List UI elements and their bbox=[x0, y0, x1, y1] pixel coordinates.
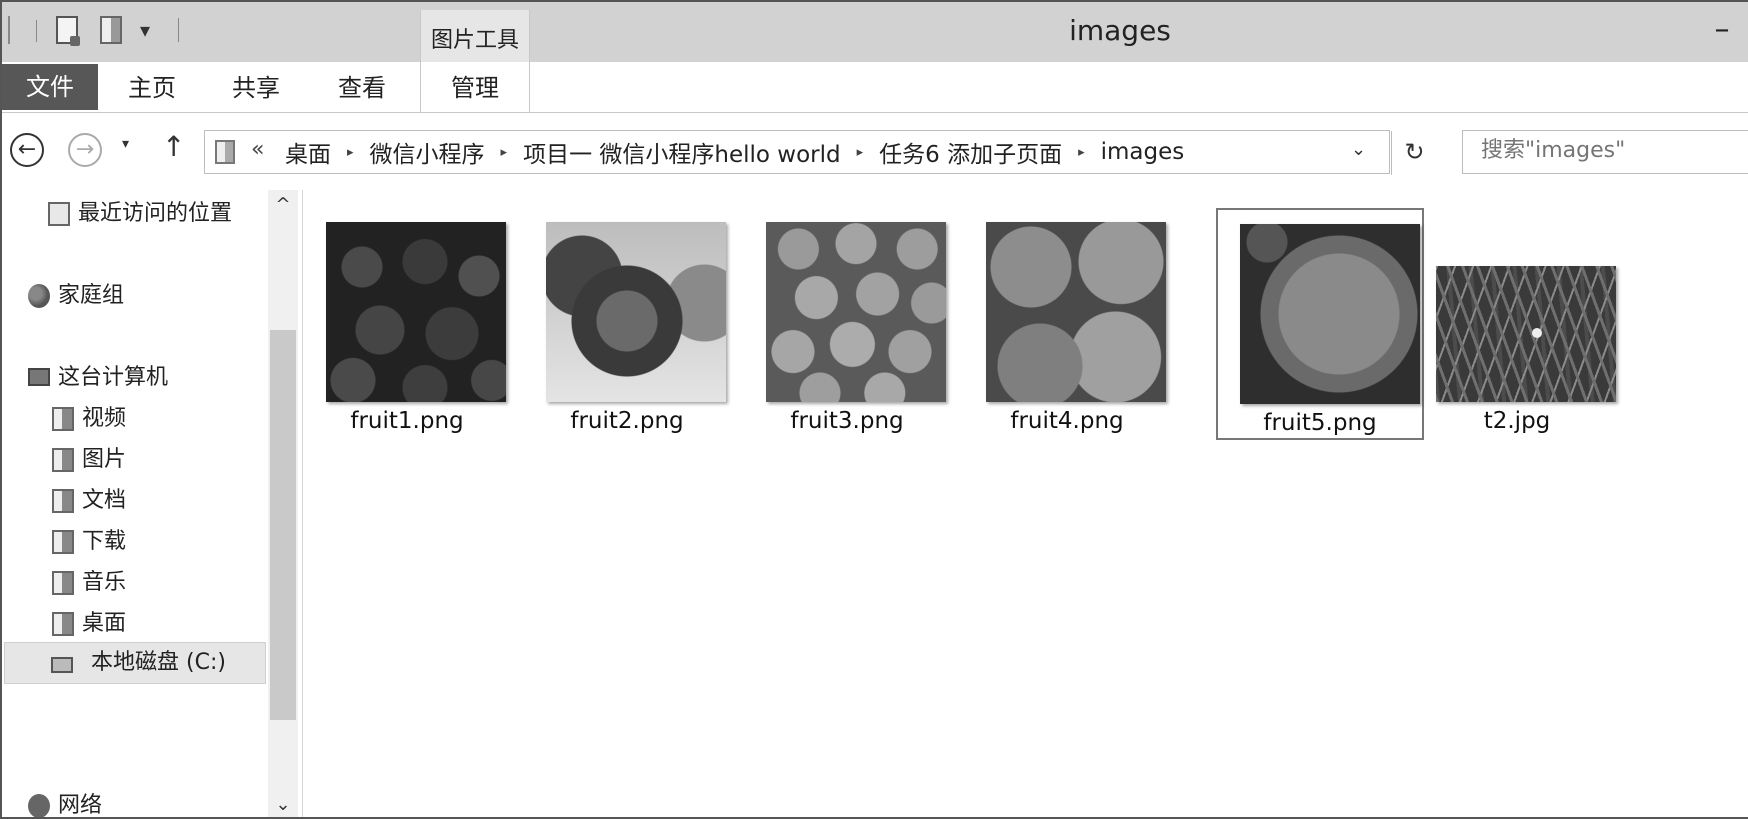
sidebar-item-label: 文档 bbox=[82, 488, 127, 513]
tab-view[interactable]: 查看 bbox=[322, 62, 402, 110]
folder-icon bbox=[215, 140, 235, 164]
properties-icon[interactable] bbox=[56, 16, 80, 46]
scroll-down-button[interactable]: ⌄ bbox=[268, 794, 298, 815]
sidebar-item-label: 这台计算机 bbox=[58, 365, 169, 390]
breadcrumb-separator-icon[interactable]: ▸ bbox=[501, 145, 508, 160]
image-thumbnail bbox=[326, 222, 506, 402]
file-name: fruit3.png bbox=[790, 408, 904, 434]
computer-icon bbox=[28, 368, 50, 386]
recent-locations-dropdown[interactable]: ▾ bbox=[122, 136, 129, 152]
documents-folder-icon bbox=[52, 489, 74, 513]
image-thumbnail bbox=[986, 222, 1166, 402]
quick-access-divider bbox=[8, 16, 10, 44]
file-name: fruit4.png bbox=[1010, 408, 1124, 434]
file-item[interactable]: fruit4.png bbox=[964, 208, 1170, 440]
image-thumbnail bbox=[1240, 224, 1420, 404]
breadcrumb-separator-icon[interactable]: ▸ bbox=[857, 145, 864, 160]
image-thumbnail bbox=[1436, 266, 1616, 402]
breadcrumb: 桌面 ▸ 微信小程序 ▸ 项目一 微信小程序hello world ▸ 任务6 … bbox=[285, 136, 1184, 168]
drive-icon bbox=[51, 657, 73, 673]
videos-folder-icon bbox=[52, 407, 74, 431]
window-title: images bbox=[1069, 14, 1171, 47]
tab-file[interactable]: 文件 bbox=[2, 64, 98, 110]
downloads-folder-icon bbox=[52, 530, 74, 554]
breadcrumb-separator-icon[interactable]: ▸ bbox=[1078, 145, 1085, 160]
navigation-pane: 最近访问的位置 家庭组 这台计算机 视频 图片 文档 下载 音乐 桌面 本地磁盘… bbox=[2, 190, 302, 818]
sidebar-item-local-disk-c[interactable]: 本地磁盘 (C:) bbox=[4, 642, 266, 684]
navigation-bar: ← → ▾ ↑ « 桌面 ▸ 微信小程序 ▸ 项目一 微信小程序hello wo… bbox=[2, 120, 1748, 186]
file-item[interactable]: fruit1.png bbox=[304, 208, 510, 440]
file-item[interactable]: t2.jpg bbox=[1414, 208, 1620, 440]
address-bar[interactable]: « 桌面 ▸ 微信小程序 ▸ 项目一 微信小程序hello world ▸ 任务… bbox=[204, 130, 1425, 175]
title-bar: ▾ 图片工具 images – bbox=[2, 2, 1748, 62]
breadcrumb-item[interactable]: 项目一 微信小程序hello world bbox=[523, 135, 841, 169]
search-input[interactable] bbox=[1479, 137, 1743, 164]
desktop-folder-icon bbox=[52, 612, 74, 636]
tab-home[interactable]: 主页 bbox=[112, 62, 192, 110]
scroll-up-button[interactable]: ^ bbox=[268, 194, 298, 215]
picture-tools-context-header: 图片工具 bbox=[420, 10, 530, 62]
homegroup-icon bbox=[28, 284, 50, 308]
music-folder-icon bbox=[52, 571, 74, 595]
pictures-folder-icon bbox=[52, 448, 74, 472]
sidebar-item-label: 图片 bbox=[82, 447, 127, 472]
breadcrumb-item[interactable]: images bbox=[1101, 139, 1185, 165]
pane-divider[interactable] bbox=[302, 190, 303, 817]
sidebar-item-label: 下载 bbox=[82, 529, 127, 554]
network-icon bbox=[28, 794, 50, 817]
file-name: fruit5.png bbox=[1263, 410, 1377, 436]
forward-button[interactable]: → bbox=[68, 133, 102, 167]
quick-access-divider bbox=[36, 20, 37, 42]
file-name: fruit2.png bbox=[570, 408, 684, 434]
breadcrumb-item[interactable]: 微信小程序 bbox=[370, 135, 485, 169]
recent-places-icon bbox=[48, 202, 70, 226]
sidebar-item-label: 视频 bbox=[82, 406, 127, 431]
breadcrumb-overflow-button[interactable]: « bbox=[251, 137, 264, 162]
address-history-dropdown[interactable]: ⌄ bbox=[1351, 139, 1366, 160]
sidebar-item-label: 家庭组 bbox=[58, 283, 125, 308]
explorer-window: ▾ 图片工具 images – 文件 主页 共享 查看 管理 ← → ▾ ↑ «… bbox=[0, 0, 1748, 819]
sidebar-item-label: 最近访问的位置 bbox=[78, 201, 233, 226]
customize-quick-access-button[interactable]: ▾ bbox=[140, 16, 150, 44]
new-folder-icon[interactable] bbox=[100, 16, 122, 44]
breadcrumb-item[interactable]: 任务6 添加子页面 bbox=[879, 135, 1062, 169]
image-thumbnail bbox=[766, 222, 946, 402]
back-button[interactable]: ← bbox=[10, 133, 44, 167]
up-button[interactable]: ↑ bbox=[162, 130, 185, 163]
file-item[interactable]: fruit3.png bbox=[744, 208, 950, 440]
tab-manage[interactable]: 管理 bbox=[420, 62, 530, 112]
tab-share[interactable]: 共享 bbox=[216, 62, 296, 110]
sidebar-item-label: 网络 bbox=[58, 793, 103, 818]
file-item[interactable]: fruit2.png bbox=[524, 208, 730, 440]
minimize-button[interactable]: – bbox=[1702, 10, 1742, 50]
file-name: fruit1.png bbox=[350, 408, 464, 434]
image-thumbnail bbox=[546, 222, 726, 402]
file-item-selected[interactable]: fruit5.png bbox=[1216, 208, 1424, 440]
sidebar-item-label: 本地磁盘 (C:) bbox=[91, 650, 226, 675]
ribbon-tabs: 文件 主页 共享 查看 管理 bbox=[2, 62, 1748, 113]
quick-access-divider bbox=[178, 18, 179, 42]
refresh-button[interactable]: ↻ bbox=[1391, 131, 1437, 175]
breadcrumb-item[interactable]: 桌面 bbox=[285, 135, 331, 169]
search-box[interactable] bbox=[1462, 130, 1748, 174]
sidebar-item-label: 音乐 bbox=[82, 570, 127, 595]
sidebar-item-label: 桌面 bbox=[82, 611, 127, 636]
file-name: t2.jpg bbox=[1483, 408, 1551, 434]
breadcrumb-separator-icon[interactable]: ▸ bbox=[347, 145, 354, 160]
context-tab-label: 图片工具 bbox=[430, 28, 519, 53]
file-list: fruit1.png fruit2.png fruit3.png fruit4.… bbox=[304, 190, 1748, 817]
scrollbar-thumb[interactable] bbox=[270, 330, 296, 720]
